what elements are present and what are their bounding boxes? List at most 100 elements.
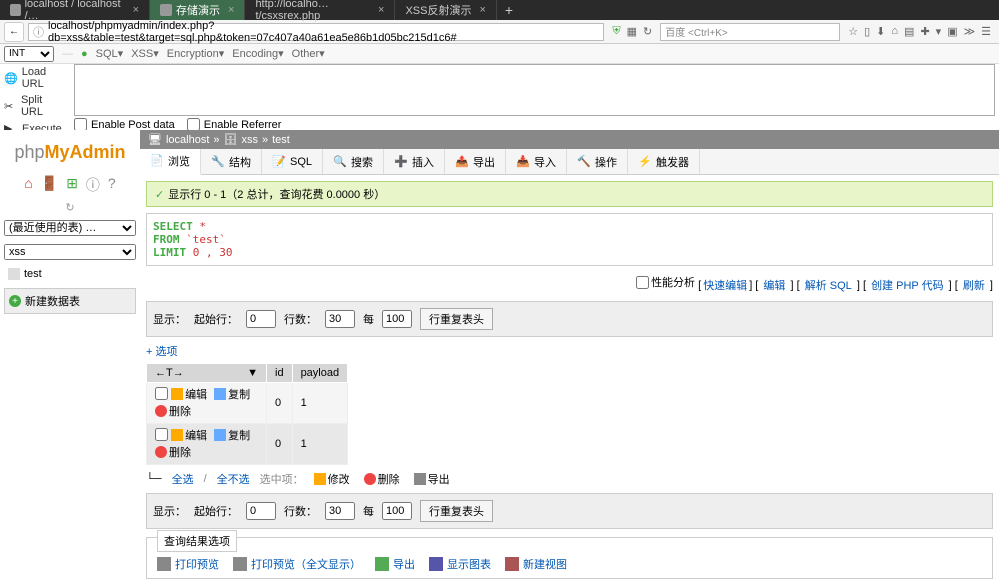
browser-tab-2[interactable]: http://localho…t/csxsrex.php × xyxy=(245,0,395,20)
url-text: localhost/phpmyadmin/index.php?db=xss&ta… xyxy=(48,20,599,44)
cell-id[interactable]: 0 xyxy=(267,382,293,423)
ext-xss[interactable]: XSS▾ xyxy=(131,47,159,60)
tree-table-test[interactable]: test xyxy=(4,264,136,284)
row-count-input[interactable] xyxy=(325,310,355,328)
refresh-icon[interactable]: ↻ xyxy=(4,199,136,216)
delete-row[interactable]: 删除 xyxy=(155,444,191,460)
tab-insert[interactable]: ➕插入 xyxy=(384,149,445,174)
close-icon[interactable]: × xyxy=(133,4,139,16)
play-icon[interactable]: ● xyxy=(81,48,88,60)
close-icon[interactable]: × xyxy=(479,4,485,16)
chart-link[interactable]: 显示图表 xyxy=(429,556,491,572)
recent-tables-select[interactable]: (最近使用的表) … xyxy=(4,220,136,236)
tab-operations[interactable]: 🔨操作 xyxy=(567,149,628,174)
copy-icon xyxy=(214,429,226,441)
delete-row[interactable]: 删除 xyxy=(155,403,191,419)
home-icon[interactable]: ⌂ xyxy=(891,25,898,38)
close-icon[interactable]: × xyxy=(378,4,384,16)
ext-type-select[interactable]: INT xyxy=(4,46,54,62)
ext-sql[interactable]: SQL▾ xyxy=(96,47,124,60)
url-textarea[interactable] xyxy=(74,64,995,116)
tab-search[interactable]: 🔍搜索 xyxy=(323,149,384,174)
new-table-button[interactable]: + 新建数据表 xyxy=(4,288,136,314)
export-link[interactable]: 导出 xyxy=(375,556,415,572)
edit-row[interactable]: 编辑 xyxy=(171,386,207,402)
tab-import[interactable]: 📥导入 xyxy=(506,149,567,174)
tab-export[interactable]: 📤导出 xyxy=(445,149,506,174)
row-checkbox[interactable] xyxy=(155,428,168,441)
start-row-input[interactable] xyxy=(246,502,276,520)
tab-sql[interactable]: 📝SQL xyxy=(262,149,323,174)
breadcrumb-host[interactable]: localhost xyxy=(166,134,209,146)
help-icon[interactable]: ? xyxy=(108,175,116,195)
copy-row[interactable]: 复制 xyxy=(214,427,250,443)
col-id[interactable]: id xyxy=(267,363,293,382)
edit-row[interactable]: 编辑 xyxy=(171,427,207,443)
view-link[interactable]: 新建视图 xyxy=(505,556,567,572)
quick-edit-link[interactable]: 快速编辑 xyxy=(703,280,747,292)
pocket-icon[interactable]: ▾ xyxy=(936,25,942,38)
copy-row[interactable]: 复制 xyxy=(214,386,250,402)
profile-checkbox[interactable]: 性能分析 xyxy=(636,274,695,290)
cell-id[interactable]: 0 xyxy=(267,423,293,464)
start-row-input[interactable] xyxy=(246,310,276,328)
shield-icon[interactable]: ⛨ xyxy=(612,25,620,38)
ext-encryption[interactable]: Encryption▾ xyxy=(167,47,225,60)
sort-header[interactable]: ←T→ ▼ xyxy=(147,363,267,382)
reader-icon[interactable]: ▤ xyxy=(904,25,914,38)
url-actions: ⛨ ▦ ↻ xyxy=(608,25,656,38)
tab-browse[interactable]: 📄浏览 xyxy=(140,149,201,175)
browser-tab-3[interactable]: XSS反射演示 × xyxy=(395,0,496,20)
edit-link[interactable]: 编辑 xyxy=(763,280,785,292)
more-icon[interactable]: ≫ xyxy=(964,25,976,38)
col-payload[interactable]: payload xyxy=(292,363,348,382)
save-icon[interactable]: ✚ xyxy=(920,25,929,38)
close-icon[interactable]: × xyxy=(228,4,234,16)
print-preview-link[interactable]: 打印预览 xyxy=(157,556,219,572)
back-button[interactable]: ← xyxy=(4,22,24,42)
sidebar-icon[interactable]: ▯ xyxy=(864,25,870,38)
ext-other[interactable]: Other▾ xyxy=(292,47,325,60)
bulk-export[interactable]: 导出 xyxy=(414,471,450,487)
browser-tab-1[interactable]: 存储演示 × xyxy=(150,0,245,20)
new-tab-button[interactable]: + xyxy=(497,2,521,18)
home-icon[interactable]: ⌂ xyxy=(24,175,32,195)
docs-icon[interactable]: ⓘ xyxy=(86,175,100,195)
repeat-header-input[interactable] xyxy=(382,502,412,520)
refresh-link[interactable]: 刷新 xyxy=(963,280,985,292)
download-icon[interactable]: ⬇ xyxy=(876,25,885,38)
options-toggle[interactable]: + 选项 xyxy=(146,343,993,359)
breadcrumb-db[interactable]: xss xyxy=(241,134,258,146)
repeat-header-input[interactable] xyxy=(382,310,412,328)
tab-triggers[interactable]: ⚡触发器 xyxy=(628,149,700,174)
menu-icon[interactable]: ☰ xyxy=(981,25,991,38)
ext-encoding[interactable]: Encoding▾ xyxy=(232,47,283,60)
star-icon[interactable]: ☆ xyxy=(848,25,858,38)
cell-payload[interactable]: 1 xyxy=(292,423,348,464)
tab-structure[interactable]: 🔧结构 xyxy=(201,149,262,174)
explain-link[interactable]: 解析 SQL xyxy=(805,280,852,292)
url-input[interactable]: ⓘ localhost/phpmyadmin/index.php?db=xss&… xyxy=(28,23,604,41)
load-url-button[interactable]: 🌐 Load URL xyxy=(0,64,68,92)
reload-icon[interactable]: ↻ xyxy=(643,25,652,38)
bulk-edit[interactable]: 修改 xyxy=(314,471,350,487)
repeat-header-button[interactable]: 行重复表头 xyxy=(420,500,493,522)
logout-icon[interactable]: 🚪 xyxy=(41,175,58,195)
unselect-all-link[interactable]: 全不选 xyxy=(217,471,250,487)
browser-tab-0[interactable]: localhost / localhost /… × xyxy=(0,0,150,20)
qr-icon[interactable]: ▦ xyxy=(627,25,637,38)
row-checkbox[interactable] xyxy=(155,387,168,400)
bulk-delete[interactable]: 删除 xyxy=(364,471,400,487)
split-url-button[interactable]: ✂ Split URL xyxy=(0,92,68,120)
screenshot-icon[interactable]: ▣ xyxy=(947,25,957,38)
database-select[interactable]: xss xyxy=(4,244,136,260)
search-input[interactable]: 百度 <Ctrl+K> xyxy=(660,23,840,41)
sql-icon[interactable]: ⊞ xyxy=(66,175,78,195)
print-full-link[interactable]: 打印预览（全文显示） xyxy=(233,556,361,572)
content: 🖥 localhost » 🗄 xss » test 📄浏览 🔧结构 📝SQL … xyxy=(140,130,999,582)
row-count-input[interactable] xyxy=(325,502,355,520)
select-all-link[interactable]: 全选 xyxy=(172,471,194,487)
repeat-header-button[interactable]: 行重复表头 xyxy=(420,308,493,330)
cell-payload[interactable]: 1 xyxy=(292,382,348,423)
php-code-link[interactable]: 创建 PHP 代码 xyxy=(871,280,944,292)
